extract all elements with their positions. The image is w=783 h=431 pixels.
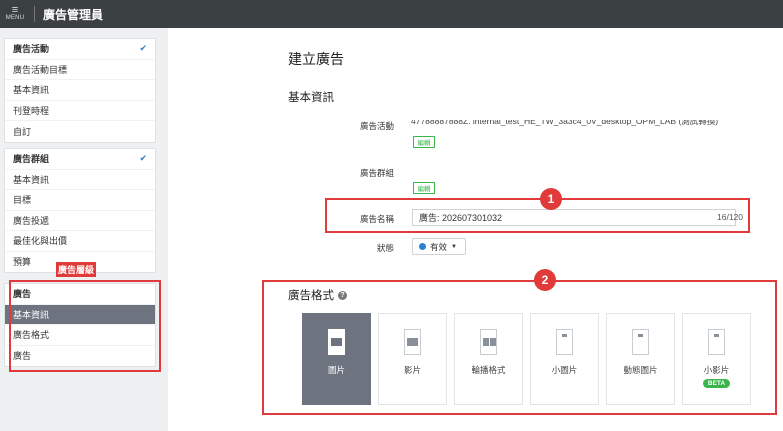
animated-image-format-icon [632,329,649,355]
sidebar-item-label: 自訂 [13,126,32,137]
sidebar-group-campaign: 廣告活動 ✔ 廣告活動目標 基本資訊 刊登時程 自訂 [4,38,156,143]
beta-badge: BETA [702,379,731,388]
menu-label: MENU [5,15,25,21]
sidebar-item-label: 基本資訊 [13,85,50,96]
sidebar-item-label: 廣告活動目標 [13,64,68,75]
sidebar-item-optimization-bidding[interactable]: 最佳化與出價 [5,231,155,252]
sidebar-item-schedule[interactable]: 刊登時程 [5,101,155,121]
check-icon: ✔ [139,153,147,164]
chevron-down-icon: ▼ [451,243,457,250]
help-icon[interactable]: ? [338,290,347,300]
annotation-badge-2: 2 [534,269,556,291]
campaign-value: 47788887888Z. internal_test_HE_TW_3a3c4_… [411,120,719,126]
sidebar-item-adgroup-basic-info[interactable]: 基本資訊 [5,170,155,190]
adgroup-field-label: 廣告群組 [359,168,394,178]
format-card-small-video[interactable]: 小影片 BETA [682,313,751,405]
sidebar-item-delivery[interactable]: 廣告投遞 [5,211,155,231]
menu-button[interactable]: ≡ MENU [0,0,30,28]
format-card-image[interactable]: 圖片 [302,313,371,405]
format-label: 影片 [403,365,421,375]
format-label: 輪播格式 [471,365,506,375]
edit-campaign-button[interactable]: 編輯 [413,136,435,148]
section-title-basic-info: 基本資訊 [288,92,334,104]
status-dot-icon [419,243,426,250]
sidebar-item-campaign[interactable]: 廣告活動 ✔ [5,39,155,60]
status-value: 有效 [430,241,448,252]
sidebar-item-label: 預算 [13,257,32,268]
highlight-box-ad-name [325,198,750,233]
ad-format-title: 廣告格式 ? [288,287,347,303]
campaign-field-label: 廣告活動 [359,121,394,131]
format-card-small-image[interactable]: 小圖片 [530,313,599,405]
sidebar-item-label: 目標 [13,195,32,206]
sidebar-item-targeting[interactable]: 目標 [5,190,155,211]
sidebar-item-label: 基本資訊 [13,174,50,185]
video-format-icon [404,329,421,355]
main-content: 建立廣告 基本資訊 廣告活動 47788887888Z. internal_te… [168,28,783,431]
format-card-carousel[interactable]: 輪播格式 [454,313,523,405]
small-image-format-icon [556,329,573,355]
format-card-video[interactable]: 影片 [378,313,447,405]
sidebar-item-custom[interactable]: 自訂 [5,121,155,142]
sidebar-item-label: 刊登時程 [13,105,50,116]
edit-adgroup-button[interactable]: 編輯 [413,182,435,194]
top-bar: ≡ MENU 廣告管理員 [0,0,783,28]
page-title: 建立廣告 [288,51,344,67]
highlight-box-ad-level [9,280,161,372]
sidebar-item-label: 廣告群組 [13,154,50,165]
sidebar-group-adgroup: 廣告群組 ✔ 基本資訊 目標 廣告投遞 最佳化與出價 預算 [4,148,156,273]
format-label: 小圖片 [551,365,578,375]
small-video-format-icon [708,329,725,355]
ad-format-title-text: 廣告格式 [288,290,334,302]
hamburger-icon: ≡ [11,4,19,16]
format-label: 動態圖片 [623,365,658,375]
status-field-label: 狀態 [376,243,394,253]
format-label: 小影片 [703,365,730,375]
sidebar-item-label: 最佳化與出價 [13,236,68,247]
image-format-icon [328,329,345,355]
ad-level-tag: 廣告層級 [56,262,97,277]
divider [34,6,35,22]
sidebar-item-label: 廣告投遞 [13,215,50,226]
app-title: 廣告管理員 [43,7,104,22]
carousel-format-icon [480,329,497,355]
format-card-animated-image[interactable]: 動態圖片 [606,313,675,405]
sidebar-item-adgroup[interactable]: 廣告群組 ✔ [5,149,155,170]
status-dropdown[interactable]: 有效 ▼ [412,238,466,255]
format-label: 圖片 [327,365,345,375]
sidebar-item-label: 廣告活動 [13,44,50,55]
sidebar-item-campaign-basic-info[interactable]: 基本資訊 [5,80,155,101]
sidebar-item-campaign-objective[interactable]: 廣告活動目標 [5,60,155,80]
annotation-badge-1: 1 [540,188,562,210]
check-icon: ✔ [139,43,147,54]
